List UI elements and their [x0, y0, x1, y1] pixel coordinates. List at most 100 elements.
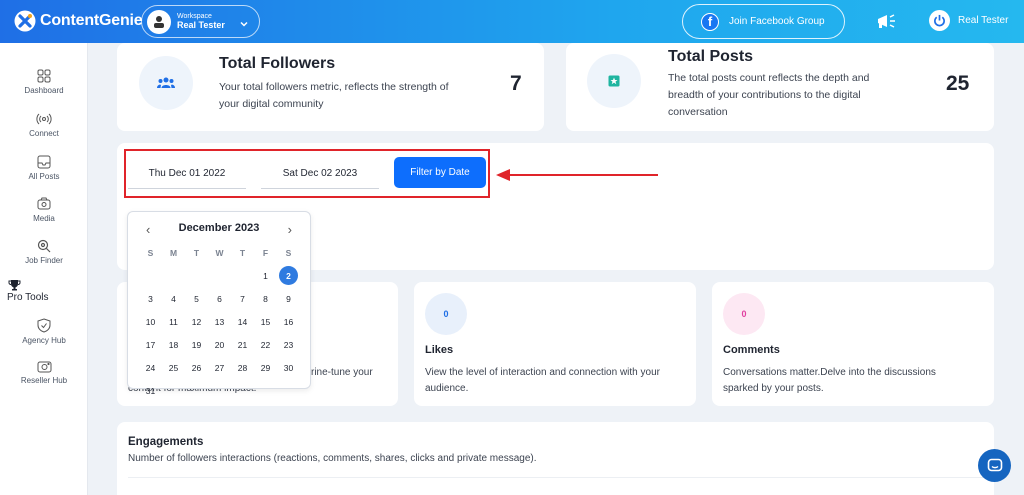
- calendar-day[interactable]: 10: [139, 310, 162, 333]
- calendar-day[interactable]: 4: [162, 287, 185, 310]
- comments-count-badge: 0: [723, 293, 765, 335]
- comments-title: Comments: [723, 344, 780, 356]
- workspace-avatar-icon: [147, 9, 171, 34]
- sidebar-item-label: Job Finder: [25, 256, 63, 265]
- sidebar-item-reseller-hub[interactable]: Reseller Hub: [0, 360, 88, 385]
- sidebar-item-label: Media: [33, 214, 55, 223]
- engagements-title: Engagements: [128, 436, 204, 448]
- calendar-day[interactable]: 11: [162, 310, 185, 333]
- calendar-day[interactable]: 15: [254, 310, 277, 333]
- calendar-day[interactable]: 20: [208, 333, 231, 356]
- chat-icon: [987, 458, 1002, 471]
- power-icon: [929, 10, 950, 31]
- calendar-day[interactable]: 9: [277, 287, 300, 310]
- posts-title: Total Posts: [668, 48, 754, 65]
- sidebar-item-label: Connect: [29, 129, 59, 138]
- sidebar-item-job-finder[interactable]: Job Finder: [0, 239, 88, 265]
- sidebar-item-label: Agency Hub: [22, 336, 66, 345]
- workspace-switcher[interactable]: Workspace Real Tester: [141, 5, 260, 38]
- media-icon: [37, 197, 51, 210]
- calendar-day[interactable]: 28: [231, 356, 254, 379]
- broadcast-icon: [36, 113, 52, 125]
- engagements-card: Engagements Number of followers interact…: [117, 422, 994, 495]
- chevron-right-icon[interactable]: ›: [288, 222, 292, 237]
- app-name: ContentGenie: [40, 12, 143, 29]
- calendar-day[interactable]: 2: [277, 264, 300, 287]
- weekday-label: M: [169, 247, 178, 258]
- calendar-day[interactable]: 19: [185, 333, 208, 356]
- chat-support-button[interactable]: [978, 449, 1011, 482]
- posts-value: 25: [946, 72, 970, 95]
- grid-icon: [37, 69, 51, 83]
- calendar-day[interactable]: 24: [139, 356, 162, 379]
- search-icon: [37, 239, 51, 253]
- divider: [128, 477, 983, 478]
- calendar-day[interactable]: 21: [231, 333, 254, 356]
- calendar-day[interactable]: 23: [277, 333, 300, 356]
- comments-desc-line1: Conversations matter.Delve into the disc…: [723, 367, 936, 378]
- followers-desc-line2: your digital community: [219, 98, 324, 110]
- megaphone-icon[interactable]: [875, 11, 899, 36]
- likes-title: Likes: [425, 344, 454, 356]
- inbox-icon: [37, 155, 51, 169]
- posts-desc-line1: The total posts count reflects the depth…: [668, 72, 870, 84]
- filter-by-date-button[interactable]: Filter by Date: [394, 157, 486, 188]
- fb-group-label: Join Facebook Group: [729, 16, 825, 27]
- likes-count-badge: 0: [425, 293, 467, 335]
- join-facebook-group-button[interactable]: f Join Facebook Group: [682, 4, 845, 39]
- calendar-day[interactable]: 12: [185, 310, 208, 333]
- calendar-day[interactable]: 17: [139, 333, 162, 356]
- calendar-empty-cell: [162, 264, 185, 287]
- calendar-day[interactable]: 16: [277, 310, 300, 333]
- sidebar: Dashboard Connect All Posts Media Job Fi…: [0, 43, 88, 495]
- top-header: ContentGenie Workspace Real Tester f Joi…: [0, 0, 1024, 43]
- start-date-input[interactable]: Thu Dec 01 2022: [128, 159, 246, 189]
- calendar-empty-cell: [208, 264, 231, 287]
- sidebar-item-dashboard[interactable]: Dashboard: [0, 69, 88, 95]
- users-icon: [139, 56, 193, 110]
- calendar-empty-cell: [139, 264, 162, 287]
- likes-card: 0 Likes View the level of interaction an…: [414, 282, 696, 406]
- app-logo[interactable]: ContentGenie: [14, 10, 143, 32]
- date-picker-calendar: ‹ December 2023 › S M T W T F S 1 2 3 4 5 6 7 8 9 10 11 12…: [127, 211, 311, 396]
- calendar-day[interactable]: 7: [231, 287, 254, 310]
- followers-desc-line1: Your total followers metric, reflects th…: [219, 81, 449, 93]
- calendar-day[interactable]: 29: [254, 356, 277, 379]
- sidebar-item-media[interactable]: Media: [0, 197, 88, 223]
- calendar-day[interactable]: 31: [139, 379, 162, 402]
- calendar-day[interactable]: 25: [162, 356, 185, 379]
- calendar-day[interactable]: 13: [208, 310, 231, 333]
- calendar-month-title: December 2023: [178, 222, 260, 234]
- star-post-icon: [587, 54, 641, 108]
- calendar-day[interactable]: 8: [254, 287, 277, 310]
- comments-card: 0 Comments Conversations matter.Delve in…: [712, 282, 994, 406]
- sidebar-item-pro-tools[interactable]: Pro Tools: [0, 279, 88, 307]
- calendar-day[interactable]: 26: [185, 356, 208, 379]
- camera-icon: [37, 361, 51, 373]
- calendar-empty-cell: [231, 264, 254, 287]
- calendar-day[interactable]: 1: [254, 264, 277, 287]
- calendar-day[interactable]: 22: [254, 333, 277, 356]
- red-arrow-annotation: [496, 169, 658, 181]
- sidebar-item-agency-hub[interactable]: Agency Hub: [0, 318, 88, 345]
- chevron-down-icon: [239, 16, 249, 34]
- calendar-day[interactable]: 3: [139, 287, 162, 310]
- calendar-day[interactable]: 6: [208, 287, 231, 310]
- weekday-label: S: [285, 247, 292, 258]
- calendar-day[interactable]: 5: [185, 287, 208, 310]
- weekday-label: T: [193, 247, 200, 258]
- calendar-day[interactable]: 14: [231, 310, 254, 333]
- total-followers-card: Total Followers Your total followers met…: [117, 43, 544, 131]
- total-posts-card: Total Posts The total posts count reflec…: [566, 43, 994, 131]
- engagements-desc: Number of followers interactions (reacti…: [128, 453, 537, 464]
- calendar-day[interactable]: 18: [162, 333, 185, 356]
- likes-desc-line2: audience.: [425, 383, 469, 394]
- followers-title: Total Followers: [219, 55, 336, 72]
- sidebar-item-connect[interactable]: Connect: [0, 112, 88, 138]
- weekday-label: F: [262, 247, 269, 258]
- end-date-input[interactable]: Sat Dec 02 2023: [261, 159, 379, 189]
- user-menu[interactable]: Real Tester: [929, 10, 1008, 31]
- sidebar-item-all-posts[interactable]: All Posts: [0, 155, 88, 181]
- calendar-day[interactable]: 30: [277, 356, 300, 379]
- calendar-day[interactable]: 27: [208, 356, 231, 379]
